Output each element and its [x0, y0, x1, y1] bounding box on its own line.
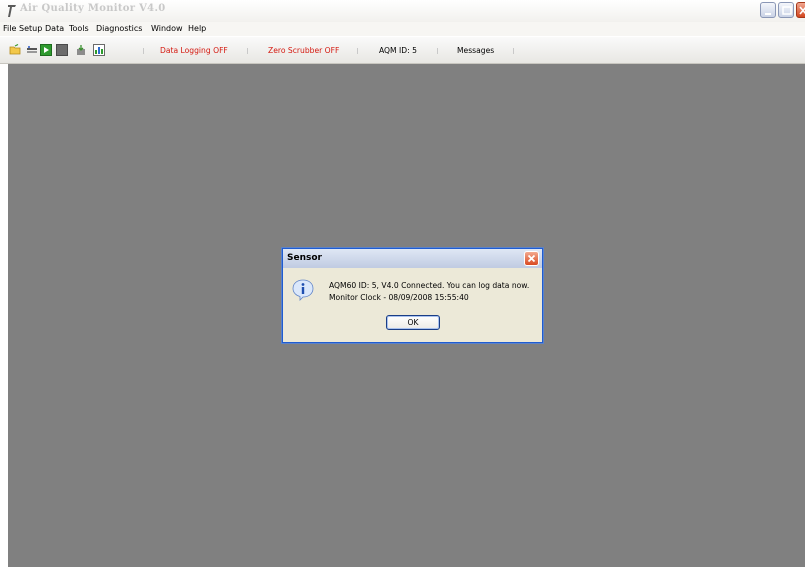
dialog-message-line2: Monitor Clock - 08/09/2008 15:55:40	[329, 293, 469, 302]
dialog-title: Sensor	[287, 253, 322, 263]
download-icon[interactable]	[75, 44, 87, 56]
data-logging-status[interactable]: Data Logging OFF	[160, 46, 228, 55]
stop-logging-icon[interactable]	[56, 44, 68, 56]
chart-icon[interactable]	[93, 44, 105, 56]
menu-data[interactable]: Data	[45, 24, 64, 33]
menu-window[interactable]: Window	[151, 24, 183, 33]
zero-scrubber-status[interactable]: Zero Scrubber OFF	[268, 46, 339, 55]
menu-help[interactable]: Help	[188, 24, 206, 33]
minimize-icon	[765, 13, 771, 15]
close-button[interactable]	[796, 2, 805, 18]
toolbar-separator	[143, 48, 144, 54]
start-logging-icon[interactable]	[40, 44, 52, 56]
window-title-bar[interactable]: Air Quality Monitor V4.0	[0, 0, 805, 22]
toolbar-separator	[357, 48, 358, 54]
toolbar-separator	[513, 48, 514, 54]
dialog-close-button[interactable]	[524, 251, 539, 266]
menu-tools[interactable]: Tools	[69, 24, 89, 33]
app-feather-icon	[8, 5, 16, 17]
menu-bar: File Setup Data Tools Diagnostics Window…	[0, 22, 805, 36]
window-title: Air Quality Monitor V4.0	[20, 3, 166, 14]
maximize-button[interactable]	[778, 2, 794, 18]
close-icon	[527, 254, 536, 263]
toolbar: Data Logging OFF Zero Scrubber OFF AQM I…	[0, 37, 805, 64]
dialog-message-line1: AQM60 ID: 5, V4.0 Connected. You can log…	[329, 281, 530, 290]
close-icon	[799, 6, 805, 15]
menu-file[interactable]: File	[3, 24, 16, 33]
ok-button[interactable]: OK	[386, 315, 440, 330]
menu-diagnostics[interactable]: Diagnostics	[96, 24, 142, 33]
toolbar-separator	[437, 48, 438, 54]
menu-setup[interactable]: Setup	[19, 24, 42, 33]
connect-icon[interactable]	[26, 44, 38, 56]
information-icon	[292, 279, 314, 301]
aqm-id-status: AQM ID: 5	[379, 46, 417, 55]
minimize-button[interactable]	[760, 2, 776, 18]
messages-status[interactable]: Messages	[457, 46, 494, 55]
maximize-icon	[782, 6, 792, 15]
open-folder-icon[interactable]	[9, 44, 21, 56]
dialog-title-bar[interactable]: Sensor	[283, 249, 542, 268]
sensor-dialog: Sensor AQM60 ID: 5, V4.0 Connected. You …	[282, 248, 543, 343]
toolbar-separator	[247, 48, 248, 54]
